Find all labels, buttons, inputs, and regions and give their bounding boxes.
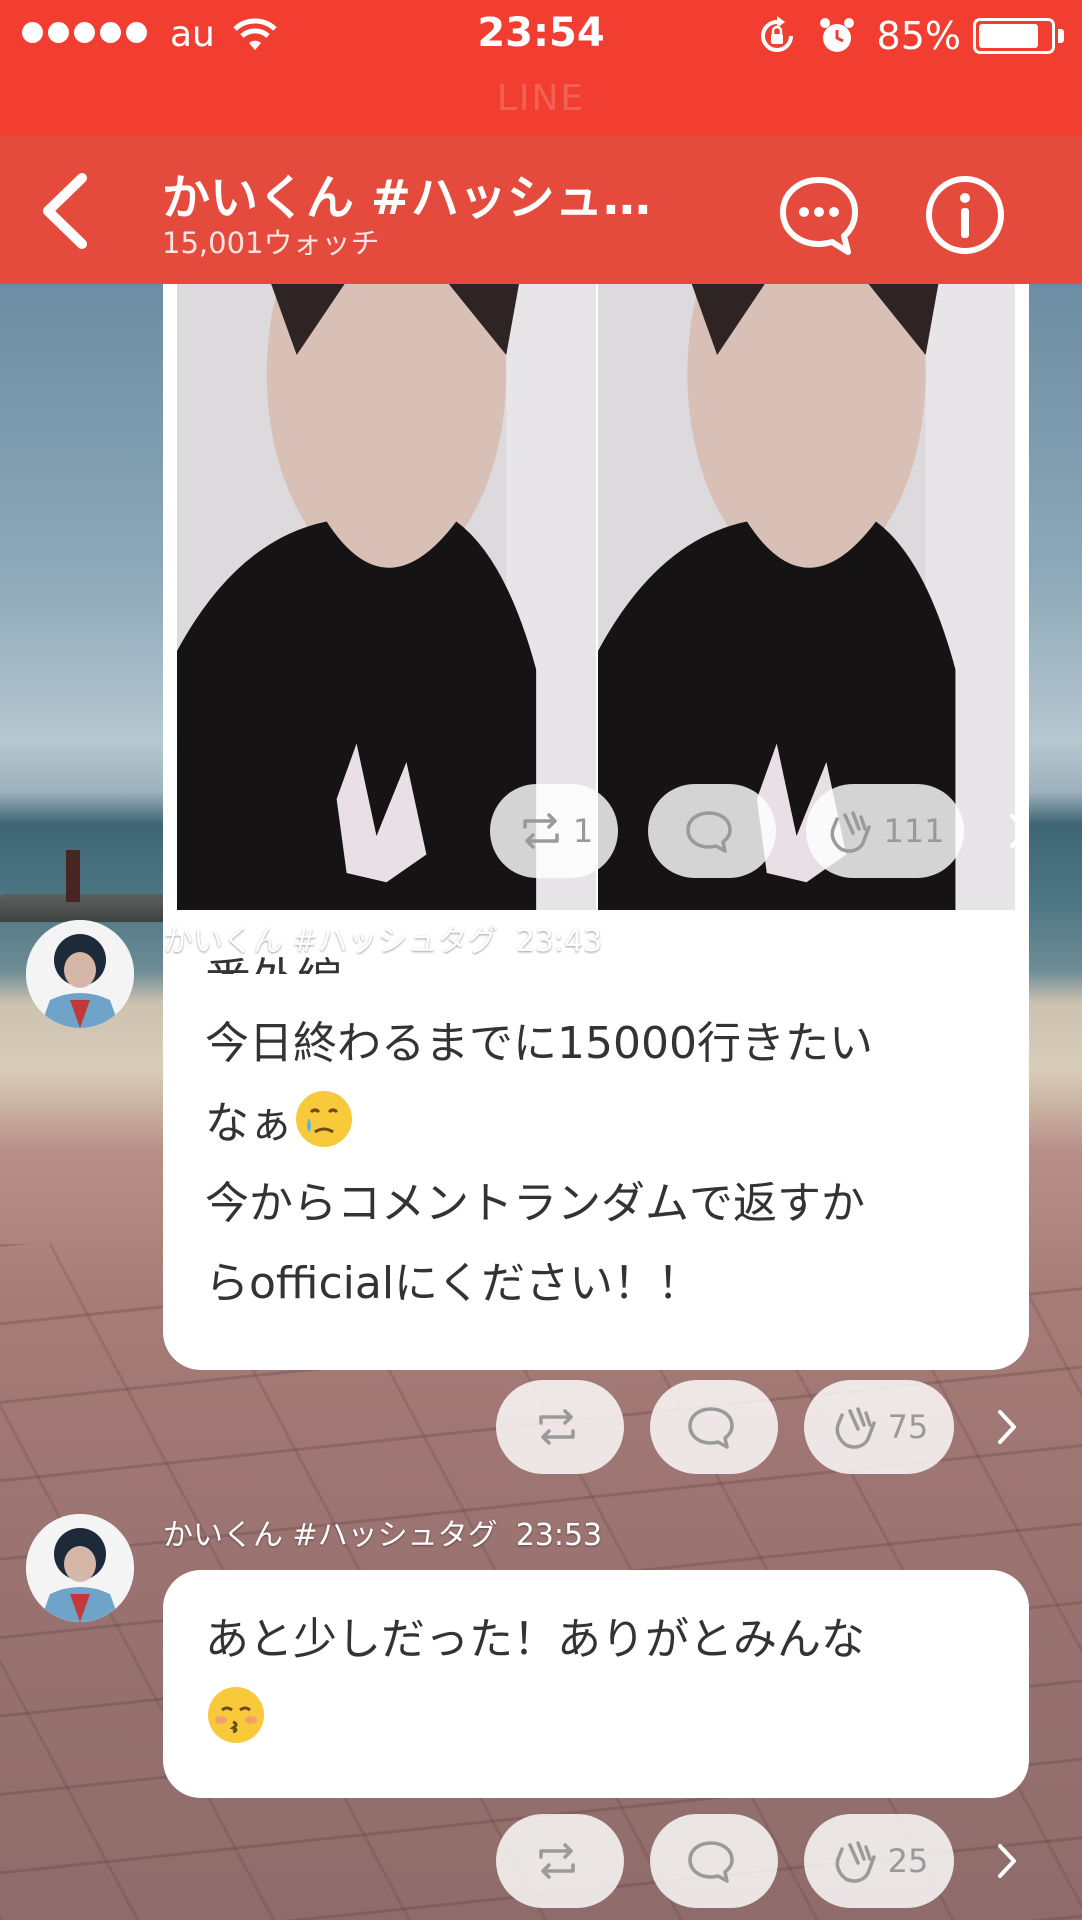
battery-icon	[973, 18, 1055, 54]
clap-count: 111	[883, 812, 945, 850]
watch-count: 15,001ウォッチ	[162, 226, 380, 260]
post-text: 今日終わるまでに15000行きたい なぁ 今からコメントランダムで返すか らof…	[163, 974, 1029, 1354]
post-time: 23:53	[515, 1518, 603, 1553]
clap-button[interactable]: 111	[806, 784, 964, 878]
post-text-line: あと少しだった！ありがとみんな	[205, 1614, 865, 1665]
alarm-icon	[819, 18, 854, 52]
repost-icon	[539, 1843, 575, 1879]
status-bar: au 23:54 85% LINE	[0, 0, 1082, 136]
clap-icon	[835, 1841, 876, 1883]
clap-button[interactable]: 25	[804, 1814, 954, 1908]
status-right: 85%	[757, 14, 1064, 58]
post-actions: 25	[496, 1814, 1022, 1908]
post-time: 23:43	[515, 924, 603, 959]
channel-header: かいくん #ハッシュ… 15,001ウォッチ	[0, 136, 1082, 284]
text-post[interactable]: あと少しだった！ありがとみんな	[163, 1570, 1029, 1798]
comment-button[interactable]	[650, 1380, 778, 1474]
share-count: 1	[572, 812, 594, 850]
timeline[interactable]: 番外編 1 111 かいくん #ハッシュタグ23:43 今日終わるまでに1500…	[0, 284, 1082, 1920]
repost-icon	[523, 813, 559, 849]
post-meta: かいくん #ハッシュタグ 23:53	[163, 1510, 602, 1554]
chat-bubble-icon[interactable]	[776, 172, 862, 258]
comment-button[interactable]	[650, 1814, 778, 1908]
avatar[interactable]	[26, 1514, 134, 1622]
clap-button[interactable]: 75	[804, 1380, 954, 1474]
post-actions: 75	[496, 1380, 1022, 1474]
chevron-right-icon[interactable]	[992, 1836, 1022, 1886]
clap-icon	[835, 1407, 876, 1449]
share-button[interactable]	[496, 1814, 624, 1908]
chevron-right-icon[interactable]	[992, 1402, 1022, 1452]
battery-fill	[979, 24, 1038, 48]
author-name: かいくん #ハッシュタグ	[163, 924, 498, 959]
repost-icon	[539, 1409, 575, 1445]
post-text-line: なぁ	[205, 1098, 293, 1149]
channel-title: かいくん #ハッシュ…	[162, 170, 651, 226]
kissing-face-emoji-icon	[208, 1687, 264, 1743]
chevron-right-icon[interactable]	[1004, 806, 1034, 856]
info-icon[interactable]	[922, 172, 1008, 258]
author-name: かいくん #ハッシュタグ	[163, 1518, 498, 1553]
background-lighthouse	[66, 850, 80, 902]
post-text-line: 今からコメントランダムで返すか	[205, 1178, 865, 1229]
post-meta: かいくん #ハッシュタグ 23:43	[163, 916, 602, 960]
comment-icon	[686, 811, 732, 853]
comment-icon	[688, 1407, 734, 1449]
avatar-image	[26, 920, 134, 1028]
post-text: あと少しだった！ありがとみんな	[163, 1570, 1029, 1790]
comment-button[interactable]	[648, 784, 776, 878]
avatar[interactable]	[26, 920, 134, 1028]
share-button[interactable]	[496, 1380, 624, 1474]
share-button[interactable]: 1	[490, 784, 618, 878]
back-button[interactable]	[30, 166, 100, 256]
clap-count: 75	[887, 1408, 929, 1446]
comment-icon	[688, 1841, 734, 1883]
post-actions: 1 111	[490, 784, 1034, 878]
app-name: LINE	[496, 78, 586, 119]
crying-face-emoji-icon	[296, 1091, 352, 1147]
clap-icon	[830, 811, 872, 853]
post-text-line: 今日終わるまでに15000行きたい	[205, 1018, 873, 1069]
avatar-image	[26, 1514, 134, 1622]
rotation-lock-icon	[760, 16, 793, 52]
post-text-line: らofficialにください！！	[205, 1258, 702, 1309]
battery-cap	[1058, 29, 1064, 43]
battery-percent: 85%	[876, 14, 961, 58]
text-post[interactable]: 今日終わるまでに15000行きたい なぁ 今からコメントランダムで返すか らof…	[163, 974, 1029, 1370]
clap-count: 25	[887, 1842, 929, 1880]
